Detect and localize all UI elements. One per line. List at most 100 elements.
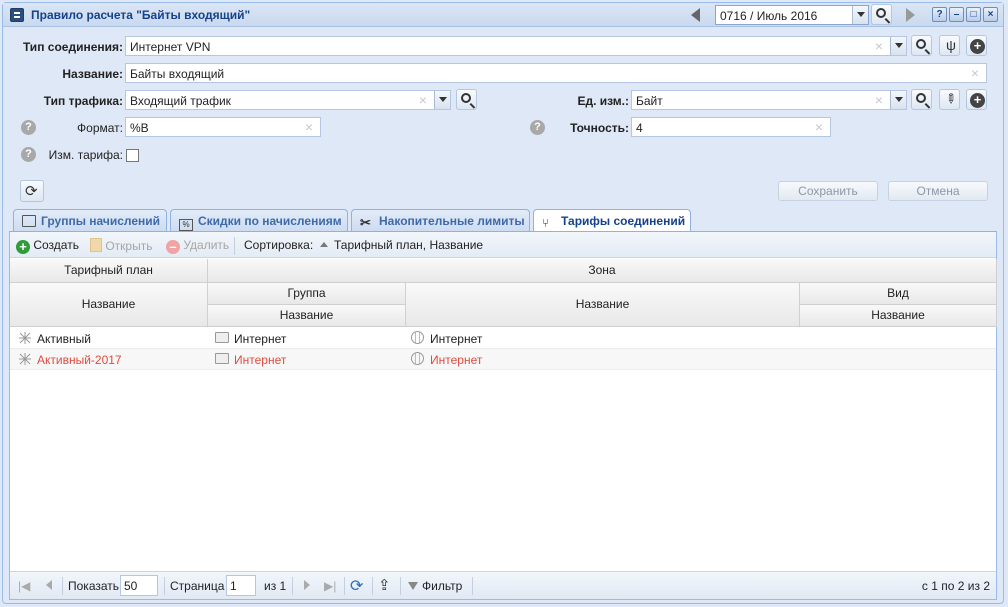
table-row[interactable]: Активный Интернет Интернет bbox=[10, 328, 996, 349]
sort-value-text: Тарифный план, Название bbox=[334, 238, 484, 252]
unit-search-button[interactable] bbox=[911, 89, 932, 110]
traffic-type-search-button[interactable] bbox=[456, 89, 477, 110]
refresh-icon[interactable]: ⟳ bbox=[350, 576, 363, 596]
maximize-button[interactable]: □ bbox=[966, 7, 981, 22]
filter-label: Фильтр bbox=[422, 579, 463, 593]
header-zone[interactable]: Зона bbox=[208, 259, 997, 283]
header-plan-name[interactable]: Название bbox=[10, 283, 208, 327]
header-zone-name[interactable]: Название bbox=[406, 283, 800, 327]
page-number-value: 1 bbox=[230, 579, 237, 593]
connection-type-add-button[interactable]: + bbox=[966, 35, 987, 56]
clear-icon[interactable]: × bbox=[968, 66, 982, 80]
connection-type-field[interactable]: Интернет VPN × bbox=[125, 36, 907, 56]
window-app-icon bbox=[10, 8, 24, 22]
header-group-name[interactable]: Название bbox=[208, 305, 406, 327]
export-icon[interactable]: ⇪ bbox=[378, 576, 391, 594]
delete-button[interactable]: – Удалить bbox=[166, 238, 229, 254]
pager-separator bbox=[292, 577, 293, 595]
sort-value[interactable]: Тарифный план, Название bbox=[320, 238, 483, 252]
prev-page-icon[interactable] bbox=[46, 580, 52, 590]
format-value: %B bbox=[130, 121, 149, 135]
group-name-cell: Интернет bbox=[234, 353, 287, 367]
paging-summary: с 1 по 2 из 2 bbox=[921, 579, 990, 593]
name-value: Байты входящий bbox=[130, 67, 225, 81]
chevron-down-icon[interactable] bbox=[434, 91, 450, 109]
minimize-button[interactable]: – bbox=[949, 7, 964, 22]
table-row[interactable]: Активный-2017 Интернет Интернет bbox=[10, 349, 996, 370]
fork-icon: ψ bbox=[946, 37, 956, 53]
period-select[interactable]: 0716 / Июль 2016 bbox=[715, 5, 869, 25]
clear-icon[interactable]: × bbox=[302, 120, 316, 134]
help-button[interactable]: ? bbox=[932, 7, 947, 22]
tab-cumulative-limits[interactable]: ✂ Накопительные лимиты bbox=[351, 209, 530, 231]
clear-icon[interactable]: × bbox=[812, 120, 826, 134]
unit-field[interactable]: Байт × bbox=[631, 90, 907, 110]
zone-name-cell: Интернет bbox=[430, 332, 483, 346]
traffic-type-value: Входящий трафик bbox=[130, 94, 231, 108]
traffic-type-label: Тип трафика: bbox=[43, 94, 123, 108]
format-field[interactable]: %B × bbox=[125, 117, 321, 137]
header-kind-name[interactable]: Название bbox=[800, 305, 997, 327]
filter-icon bbox=[408, 582, 418, 590]
tariff-change-help-icon[interactable]: ? bbox=[21, 147, 36, 162]
grid-toolbar: + Создать Открыть – Удалить Сортировка: … bbox=[10, 232, 996, 258]
precision-field[interactable]: 4 × bbox=[631, 117, 831, 137]
chevron-down-icon[interactable] bbox=[890, 37, 906, 55]
clear-icon[interactable]: × bbox=[416, 93, 430, 107]
period-search-button[interactable] bbox=[871, 4, 892, 25]
last-page-icon[interactable]: ▶| bbox=[324, 579, 336, 593]
next-period-button[interactable] bbox=[901, 6, 919, 24]
header-kind[interactable]: Вид bbox=[800, 283, 997, 305]
page-number-input[interactable]: 1 bbox=[226, 575, 256, 596]
refresh-icon: ⟳ bbox=[25, 183, 38, 200]
clear-icon[interactable]: × bbox=[872, 39, 886, 53]
pager-separator bbox=[400, 577, 401, 595]
pager-separator bbox=[372, 577, 373, 595]
sort-asc-icon bbox=[320, 242, 328, 247]
chevron-down-icon[interactable] bbox=[852, 6, 868, 24]
traffic-type-field[interactable]: Входящий трафик × bbox=[125, 90, 451, 110]
refresh-button[interactable]: ⟳ bbox=[20, 180, 44, 202]
connection-type-search-button[interactable] bbox=[911, 35, 932, 56]
tab-charge-discounts[interactable]: % Скидки по начислениям bbox=[170, 209, 348, 231]
precision-label: Точность: bbox=[570, 121, 629, 135]
name-field[interactable]: Байты входящий × bbox=[125, 63, 987, 83]
pencil-icon: ✎ bbox=[941, 89, 960, 108]
prev-period-button[interactable] bbox=[687, 6, 705, 24]
open-button[interactable]: Открыть bbox=[90, 238, 152, 253]
cancel-button[interactable]: Отмена bbox=[888, 181, 988, 201]
tariff-plan-icon bbox=[18, 331, 32, 345]
precision-value: 4 bbox=[636, 121, 643, 135]
filter-button[interactable]: Фильтр bbox=[408, 579, 462, 593]
chevron-down-icon[interactable] bbox=[890, 91, 906, 109]
zone-name-cell: Интернет bbox=[430, 353, 483, 367]
tab-label: Группы начислений bbox=[41, 214, 161, 228]
tariff-change-label: Изм. тарифа: bbox=[48, 148, 123, 162]
open-label: Открыть bbox=[105, 239, 153, 253]
search-icon bbox=[876, 8, 886, 18]
header-group[interactable]: Группа bbox=[208, 283, 406, 305]
precision-help-icon[interactable]: ? bbox=[530, 120, 545, 135]
save-button[interactable]: Сохранить bbox=[778, 181, 878, 201]
format-help-icon[interactable]: ? bbox=[21, 120, 36, 135]
format-label: Формат: bbox=[77, 121, 123, 135]
unit-add-button[interactable]: + bbox=[966, 89, 987, 110]
close-button[interactable]: × bbox=[983, 7, 998, 22]
connection-type-fork-button[interactable]: ψ bbox=[939, 35, 960, 56]
next-page-icon[interactable] bbox=[304, 580, 310, 590]
tab-connection-tariffs[interactable]: ⑂ Тарифы соединений bbox=[533, 209, 691, 232]
page-size-label: Показать bbox=[68, 579, 120, 593]
first-page-icon[interactable]: |◀ bbox=[18, 579, 30, 593]
create-button[interactable]: + Создать bbox=[16, 238, 79, 254]
globe-icon bbox=[411, 331, 424, 344]
sort-label: Сортировка: bbox=[244, 238, 314, 252]
tariff-change-checkbox[interactable] bbox=[126, 149, 139, 162]
unit-edit-button[interactable]: ✎ bbox=[939, 89, 960, 110]
page-size-input[interactable]: 50 bbox=[120, 575, 158, 596]
tab-charge-groups[interactable]: Группы начислений bbox=[13, 209, 167, 231]
clear-icon[interactable]: × bbox=[872, 93, 886, 107]
period-value: 0716 / Июль 2016 bbox=[720, 9, 818, 23]
discount-icon: % bbox=[179, 219, 193, 231]
arrow-right-icon bbox=[906, 8, 915, 22]
header-tariff-plan[interactable]: Тарифный план bbox=[10, 259, 208, 283]
